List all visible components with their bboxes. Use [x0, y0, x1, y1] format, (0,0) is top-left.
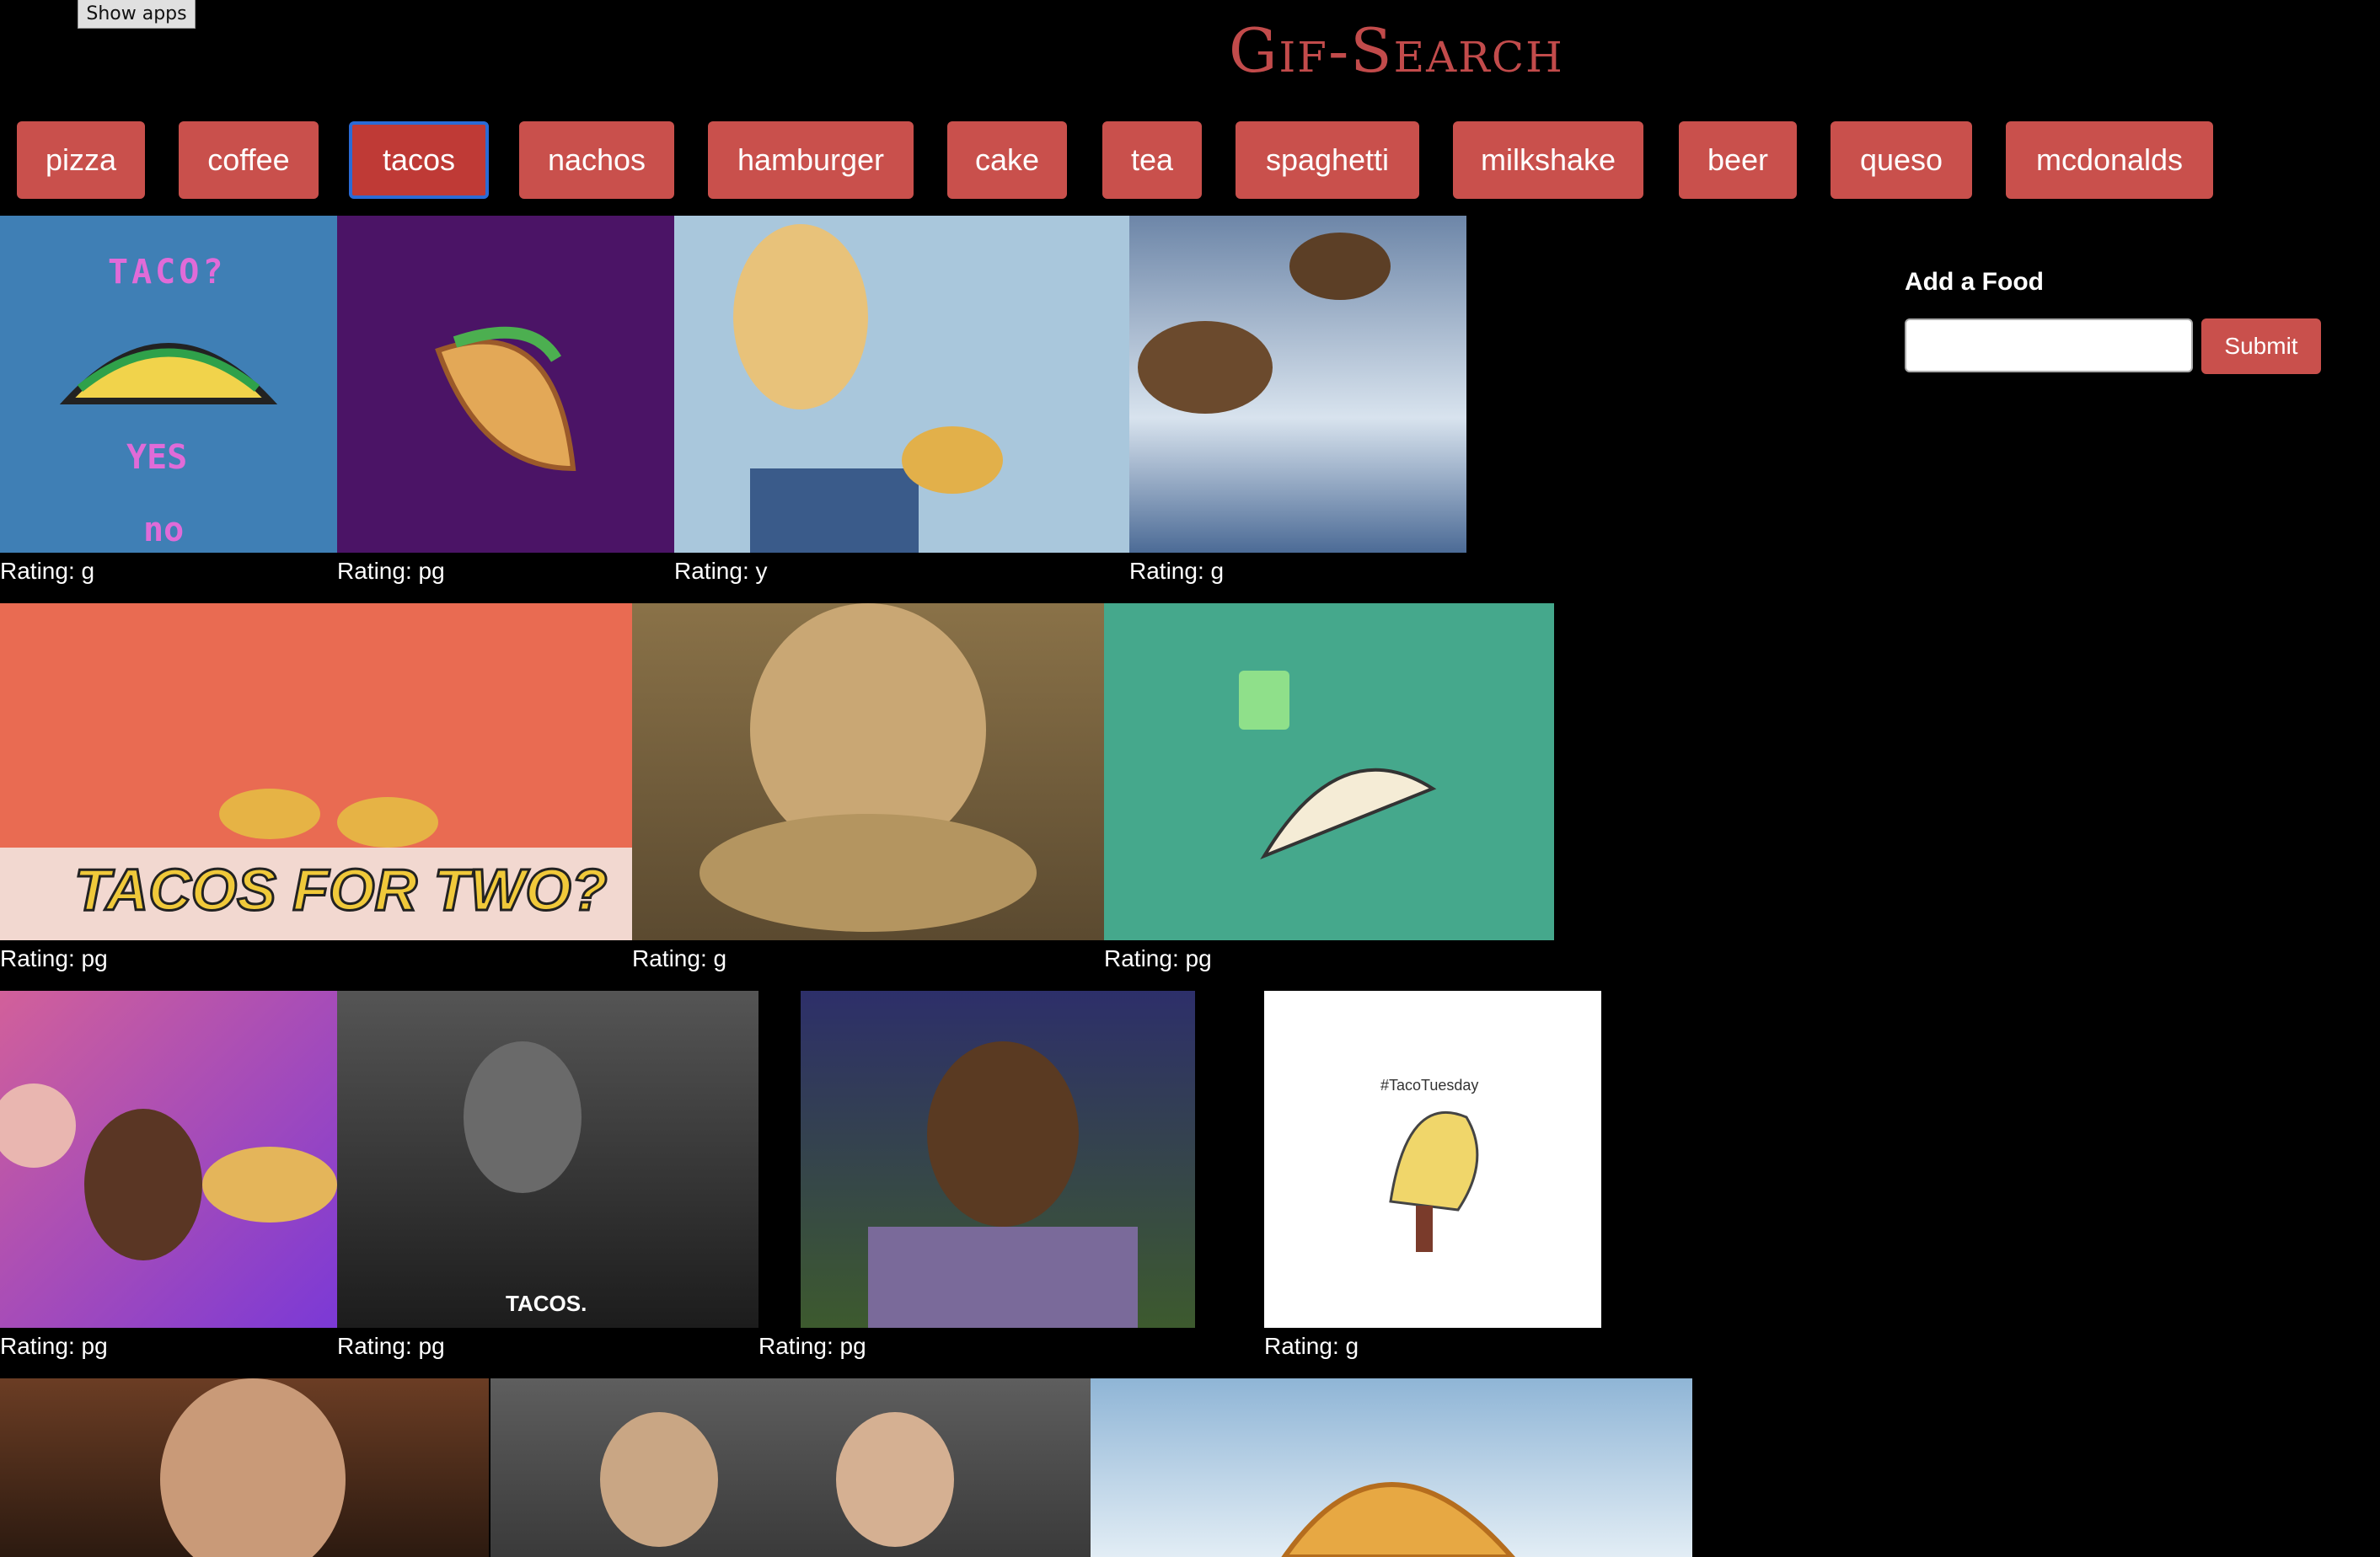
- screaming-man-image: [464, 1041, 582, 1193]
- topic-button-spaghetti[interactable]: spaghetti: [1236, 121, 1419, 199]
- add-food-heading: Add a Food: [1905, 268, 2044, 296]
- gif-image[interactable]: [632, 603, 1104, 940]
- topic-button-pizza[interactable]: pizza: [17, 121, 145, 199]
- bear-image: [1138, 233, 1391, 414]
- gif-image[interactable]: [0, 991, 337, 1328]
- taco-icon: [1239, 671, 1437, 860]
- gif-rating: Rating: pg: [337, 558, 445, 584]
- topic-button-nachos[interactable]: nachos: [519, 121, 674, 199]
- gif-image[interactable]: #TacoTuesday: [1264, 991, 1601, 1328]
- crowd-cheering-image: [600, 1412, 954, 1547]
- gif-image[interactable]: [1091, 1378, 1692, 1557]
- gif-rating: Rating: pg: [337, 1333, 445, 1359]
- gif-caption: TACOS FOR TWO?: [73, 856, 608, 924]
- man-smiling-image: [868, 1041, 1138, 1328]
- gif-caption: TACOS.: [506, 1291, 587, 1316]
- gif-image[interactable]: [1104, 603, 1554, 940]
- gif-image[interactable]: [801, 991, 1195, 1328]
- gif-image[interactable]: [674, 216, 1129, 553]
- man-shouting-image: [160, 1378, 346, 1557]
- woman-with-tacos-image: [0, 1083, 337, 1260]
- taco-in-clouds-image: [1281, 1482, 1515, 1557]
- girl-eating-taco-image: [700, 603, 1037, 932]
- topic-button-cake[interactable]: cake: [947, 121, 1067, 199]
- cartoon-character-image: [733, 224, 1003, 553]
- food-input[interactable]: [1905, 318, 2193, 372]
- gif-image[interactable]: TACO? YES no: [0, 216, 337, 553]
- topic-button-tacos[interactable]: tacos: [349, 121, 489, 199]
- page-title: Gif-Search: [1229, 15, 1564, 86]
- show-apps-button[interactable]: Show apps: [78, 0, 196, 29]
- taco-icon: [435, 326, 576, 472]
- gif-image[interactable]: TACOS.: [337, 991, 758, 1328]
- gif-rating: Rating: pg: [1104, 945, 1212, 971]
- gif-rating: Rating: g: [632, 945, 727, 971]
- taco-character-icon: [1389, 1110, 1479, 1252]
- topic-button-coffee[interactable]: coffee: [179, 121, 319, 199]
- taco-icon: [59, 343, 278, 404]
- gif-rating: Rating: g: [0, 558, 95, 584]
- topic-button-tea[interactable]: tea: [1102, 121, 1202, 199]
- topic-button-beer[interactable]: beer: [1679, 121, 1797, 199]
- gif-image[interactable]: [1129, 216, 1466, 553]
- gif-image[interactable]: [490, 1378, 1091, 1557]
- submit-button[interactable]: Submit: [2201, 318, 2321, 374]
- gif-rating: Rating: y: [674, 558, 768, 584]
- topic-button-milkshake[interactable]: milkshake: [1453, 121, 1643, 199]
- gif-caption: YES: [126, 438, 188, 477]
- topic-button-queso[interactable]: queso: [1831, 121, 1972, 199]
- gif-rating: Rating: g: [1264, 1333, 1359, 1359]
- gif-rating: Rating: pg: [0, 1333, 108, 1359]
- gif-rating: Rating: g: [1129, 558, 1225, 584]
- gif-rating: Rating: pg: [758, 1333, 866, 1359]
- gif-image[interactable]: [337, 216, 674, 553]
- gif-rating: Rating: pg: [0, 945, 108, 971]
- topic-button-mcdonalds[interactable]: mcdonalds: [2006, 121, 2213, 199]
- gif-caption: no: [143, 511, 185, 549]
- gif-image[interactable]: [0, 1378, 489, 1557]
- topic-button-hamburger[interactable]: hamburger: [708, 121, 914, 199]
- gif-image[interactable]: TACOS FOR TWO?: [0, 603, 632, 940]
